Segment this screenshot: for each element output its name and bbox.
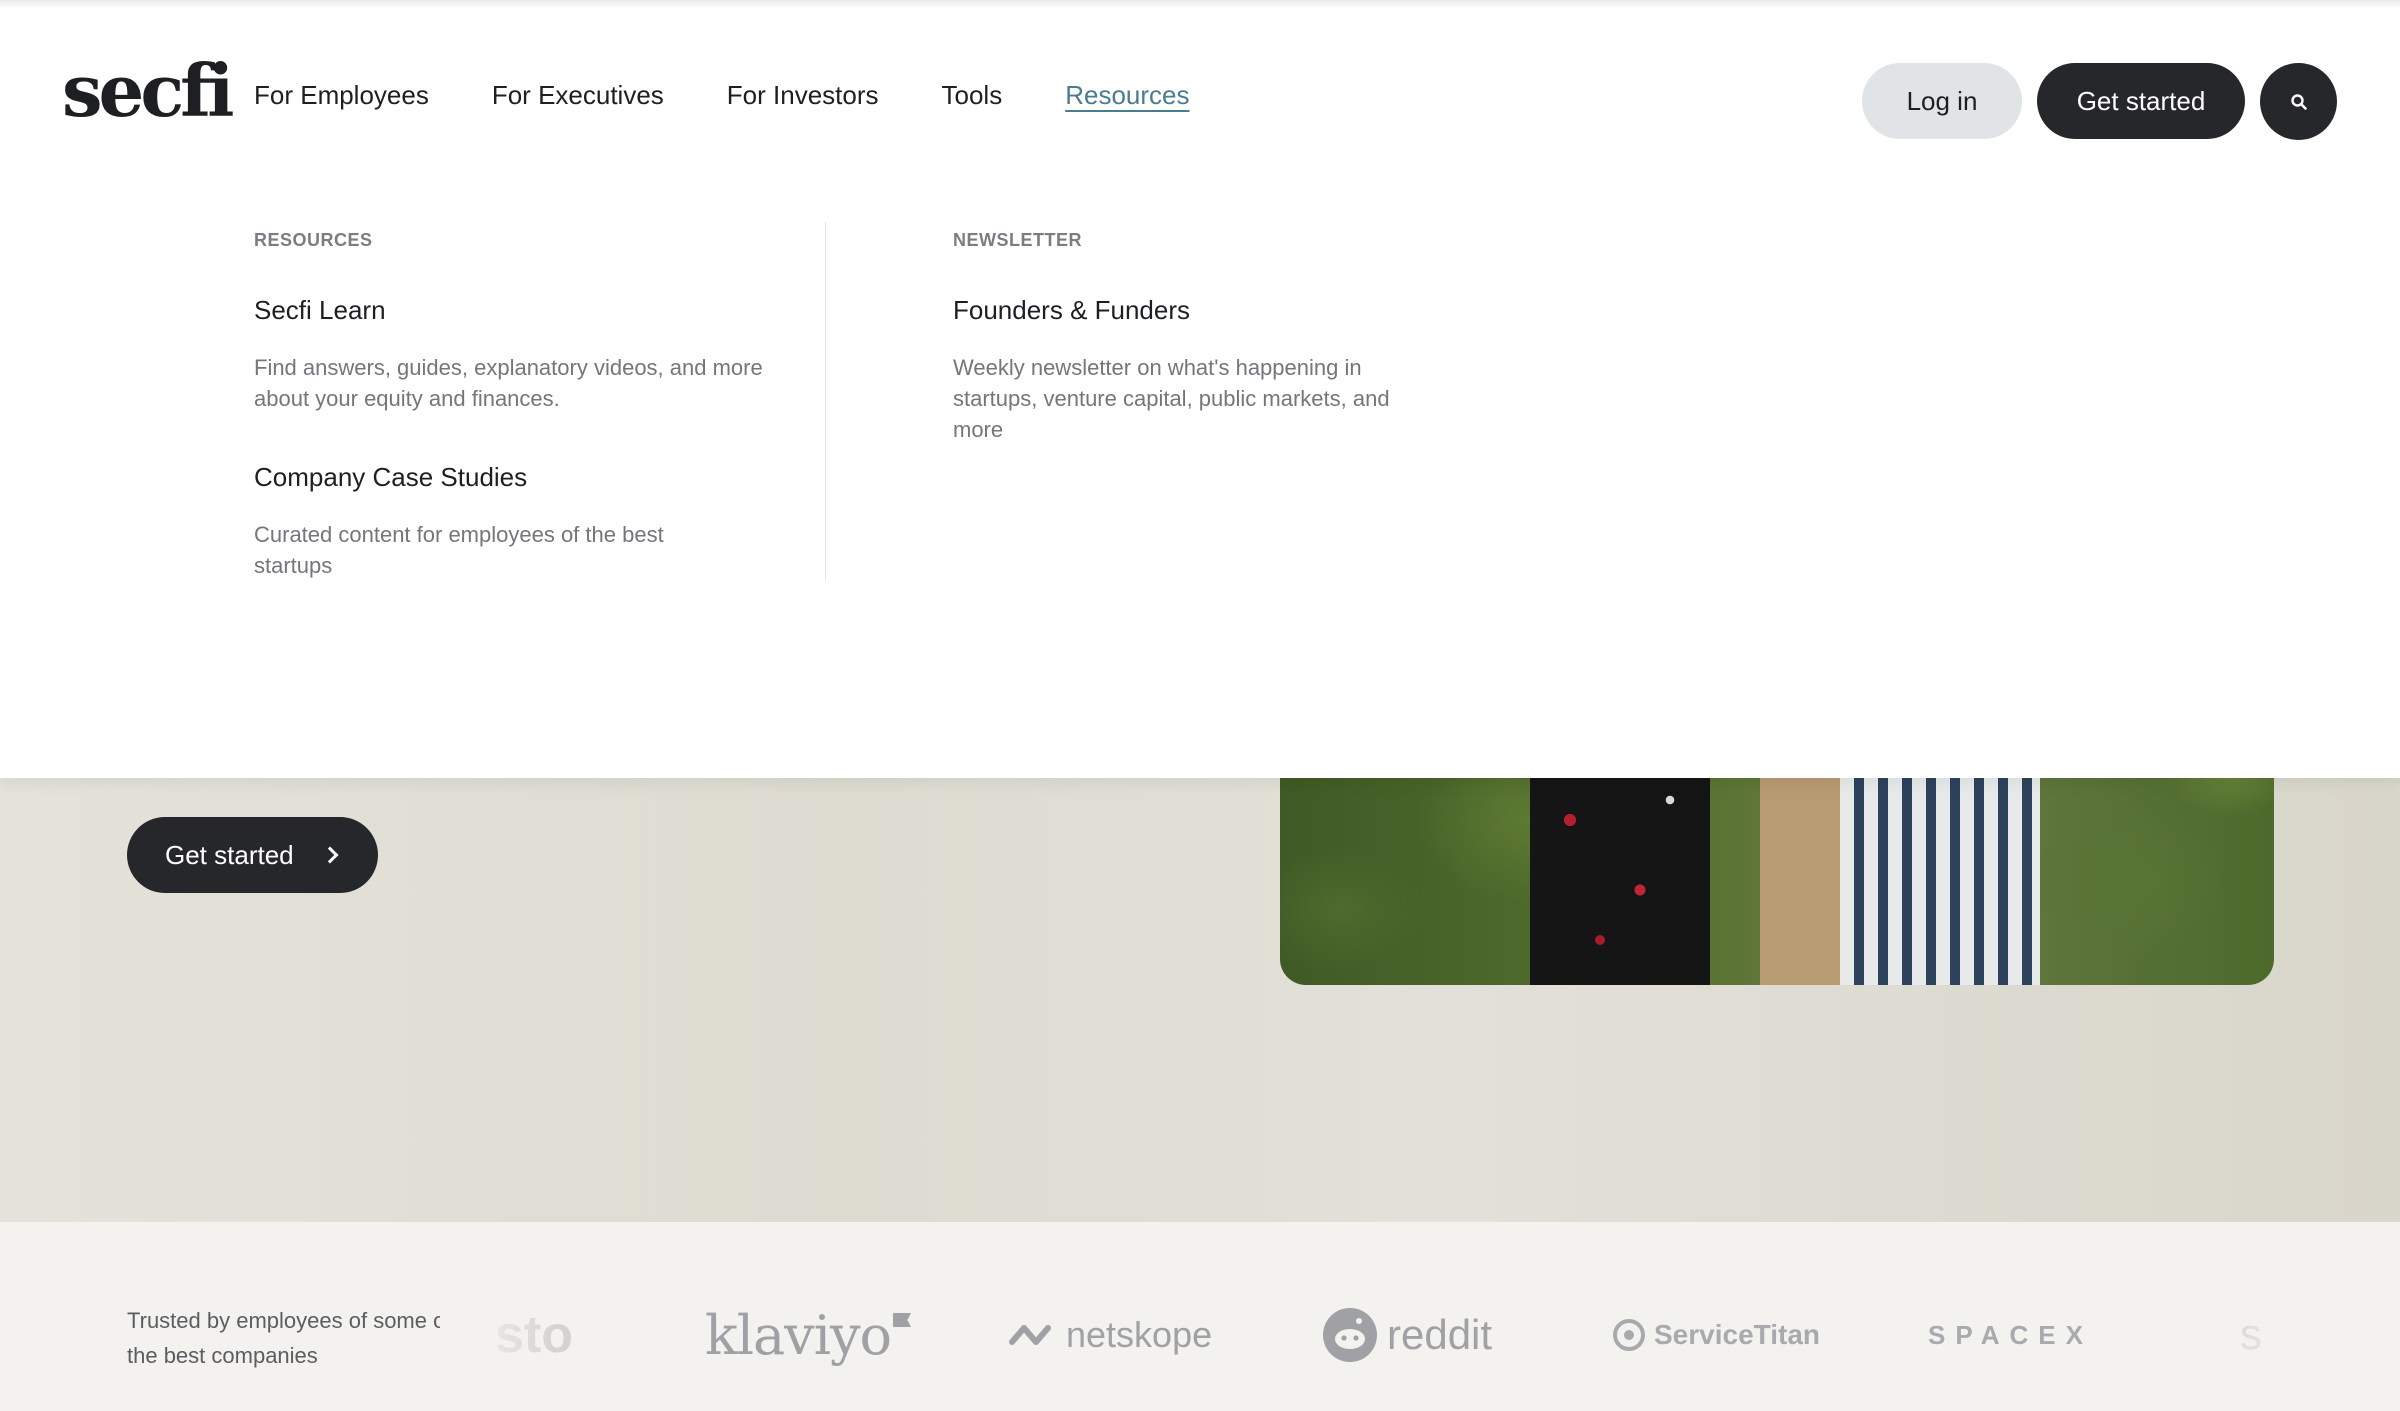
servicetitan-mark-icon — [1613, 1319, 1645, 1351]
resources-column: RESOURCES Secfi Learn Find answers, guid… — [254, 230, 794, 581]
menu-item-description: Curated content for employees of the bes… — [254, 522, 664, 578]
nav-for-investors[interactable]: For Investors — [727, 80, 879, 111]
menu-item-case-studies[interactable]: Company Case Studies Curated content for… — [254, 462, 794, 581]
menu-item-founders-funders[interactable]: Founders & Funders Weekly newsletter on … — [953, 295, 1433, 445]
company-logo-spacex: SPACEX — [1928, 1319, 2093, 1350]
menu-item-title[interactable]: Company Case Studies — [254, 462, 794, 493]
main-nav: For Employees For Executives For Investo… — [254, 80, 1253, 111]
nav-resources[interactable]: Resources — [1065, 80, 1189, 111]
company-logo-netskope: netskope — [1008, 1300, 1212, 1370]
search-icon — [2290, 93, 2307, 110]
reddit-icon — [1323, 1308, 1377, 1362]
trusted-by-text: Trusted by employees of some of the best… — [127, 1308, 452, 1368]
hero-get-started-button[interactable]: Get started — [127, 817, 378, 893]
netskope-mark-icon — [1009, 1325, 1051, 1345]
company-logo-servicetitan: ServiceTitan — [1612, 1300, 1820, 1370]
nav-for-employees[interactable]: For Employees — [254, 80, 429, 111]
logo-strip-fade-right — [2183, 1262, 2400, 1372]
login-button[interactable]: Log in — [1862, 63, 2022, 139]
get-started-button[interactable]: Get started — [2037, 63, 2245, 139]
menu-item-secfi-learn[interactable]: Secfi Learn Find answers, guides, explan… — [254, 295, 794, 414]
flag-icon — [892, 1313, 911, 1327]
chevron-right-icon — [321, 846, 339, 864]
search-button[interactable] — [2260, 63, 2337, 140]
nav-for-executives[interactable]: For Executives — [492, 80, 664, 111]
nav-tools[interactable]: Tools — [942, 80, 1003, 111]
menu-item-description: Find answers, guides, explanatory videos… — [254, 355, 763, 411]
hero-get-started-label: Get started — [165, 839, 294, 870]
logo-strip-fade-left — [440, 1262, 560, 1372]
menu-divider — [825, 222, 826, 580]
secfi-logo[interactable]: secfi — [62, 55, 235, 127]
menu-item-title[interactable]: Founders & Funders — [953, 295, 1433, 326]
menu-item-title[interactable]: Secfi Learn — [254, 295, 794, 326]
resources-heading: RESOURCES — [254, 230, 373, 250]
newsletter-column: NEWSLETTER Founders & Funders Weekly new… — [953, 230, 1433, 445]
company-logo-klaviyo: klaviyo — [705, 1300, 911, 1370]
company-logo-reddit: reddit — [1323, 1300, 1492, 1370]
newsletter-heading: NEWSLETTER — [953, 230, 1082, 250]
menu-item-description: Weekly newsletter on what's happening in… — [953, 355, 1390, 442]
